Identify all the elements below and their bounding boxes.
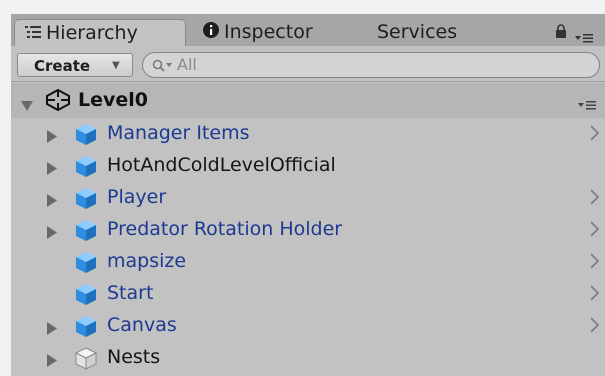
tree-item[interactable]: Predator Rotation Holder	[11, 214, 605, 246]
expand-triangle-down-icon[interactable]	[21, 96, 33, 115]
prefab-cube-icon	[74, 250, 98, 278]
dropdown-caret-icon: ▼	[112, 60, 120, 71]
hierarchy-toolbar: Create ▼ All	[11, 46, 605, 82]
tab-hierarchy[interactable]: Hierarchy	[14, 19, 186, 46]
open-prefab-chevron-icon[interactable]	[590, 221, 600, 241]
tab-inspector-label: Inspector	[224, 21, 313, 43]
tree-item[interactable]: HotAndColdLevelOfficial	[11, 150, 605, 182]
tree-item-label: HotAndColdLevelOfficial	[107, 154, 336, 176]
tab-bar: Hierarchy Inspector Services	[11, 14, 605, 46]
tree-item-label: Nests	[107, 346, 161, 368]
open-prefab-chevron-icon[interactable]	[590, 253, 600, 273]
tab-inspector[interactable]: Inspector	[203, 19, 313, 46]
expand-triangle-icon[interactable]	[47, 128, 57, 147]
tab-hierarchy-label: Hierarchy	[46, 22, 138, 44]
scene-menu-icon[interactable]	[578, 95, 596, 114]
tab-services-label: Services	[377, 21, 458, 43]
expand-triangle-icon[interactable]	[47, 192, 57, 211]
empty-gameobject-icon	[74, 346, 98, 374]
open-prefab-chevron-icon[interactable]	[590, 125, 600, 145]
create-button[interactable]: Create ▼	[17, 53, 133, 77]
panel-menu-icon[interactable]	[575, 28, 593, 47]
expand-triangle-icon[interactable]	[47, 224, 57, 243]
tree-item-label: Player	[107, 186, 167, 208]
tree-item[interactable]: Canvas	[11, 310, 605, 342]
expand-triangle-icon[interactable]	[47, 160, 57, 179]
scene-row[interactable]: Level0	[11, 83, 605, 118]
prefab-cube-icon	[74, 154, 98, 182]
prefab-cube-icon	[74, 186, 98, 214]
prefab-cube-icon	[74, 218, 98, 246]
unity-scene-icon	[45, 88, 71, 115]
tree-item[interactable]: Manager Items	[11, 118, 605, 150]
tree-item[interactable]: Nests	[11, 342, 605, 374]
tree-item-label: Manager Items	[107, 122, 250, 144]
tree-item-label: Canvas	[107, 314, 177, 336]
expand-triangle-icon[interactable]	[47, 320, 57, 339]
prefab-cube-icon	[74, 122, 98, 150]
search-input[interactable]: All	[142, 52, 600, 78]
info-icon	[203, 19, 219, 46]
lock-icon[interactable]	[555, 23, 567, 42]
hierarchy-panel: Hierarchy Inspector Services Create ▼ Al…	[11, 14, 605, 376]
tab-services[interactable]: Services	[377, 19, 457, 46]
open-prefab-chevron-icon[interactable]	[590, 189, 600, 209]
tree-item-label: Predator Rotation Holder	[107, 218, 343, 240]
list-icon	[25, 20, 41, 47]
create-button-label: Create	[34, 57, 91, 75]
prefab-cube-icon	[74, 314, 98, 342]
expand-triangle-icon[interactable]	[47, 352, 57, 371]
tree-item[interactable]: Player	[11, 182, 605, 214]
prefab-cube-icon	[74, 282, 98, 310]
search-placeholder: All	[177, 55, 197, 74]
open-prefab-chevron-icon[interactable]	[590, 317, 600, 337]
scene-name: Level0	[78, 89, 148, 111]
open-prefab-chevron-icon[interactable]	[590, 285, 600, 305]
tree-item[interactable]: Start	[11, 278, 605, 310]
tree-item-label: mapsize	[107, 250, 187, 272]
tree-item-label: Start	[107, 282, 154, 304]
tree-item[interactable]: mapsize	[11, 246, 605, 278]
search-icon	[152, 58, 174, 77]
